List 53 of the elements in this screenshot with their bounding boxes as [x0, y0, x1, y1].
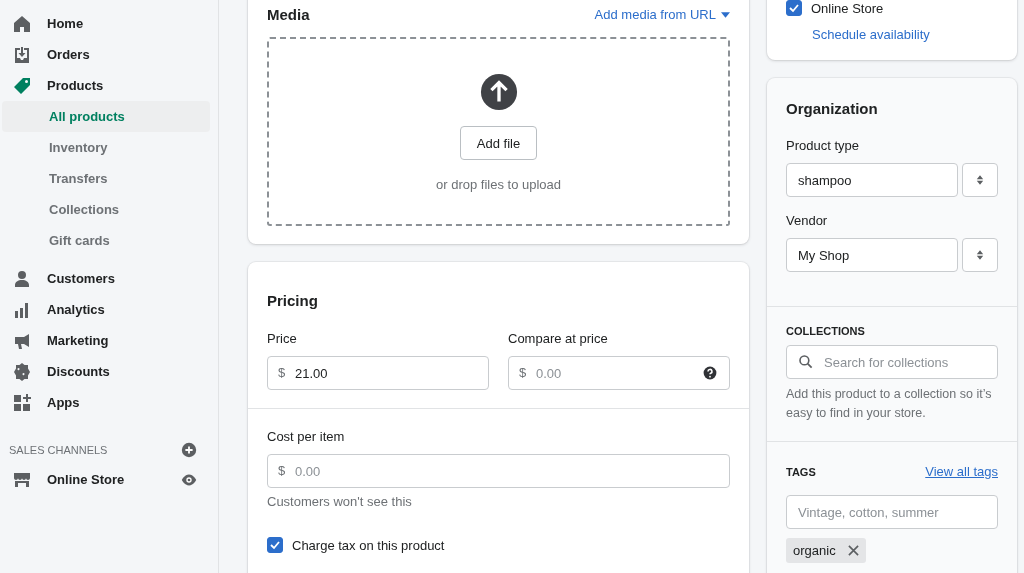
nav-item[interactable]: Marketing [0, 325, 218, 356]
currency-symbol: $ [519, 365, 527, 381]
field-label: Vendor [786, 213, 829, 228]
section-heading: SALES CHANNELS [9, 444, 108, 456]
field-label: Cost per item [267, 429, 346, 444]
up-down-arrows-icon [976, 174, 984, 186]
nav-item[interactable]: Products [0, 70, 218, 101]
add-media-link[interactable]: Add media from URL [594, 7, 730, 22]
checkbox-label: Online Store [811, 0, 884, 16]
view-all-tags-link[interactable]: View all tags [925, 464, 998, 479]
upload-icon [479, 73, 518, 111]
nav-subitem[interactable]: All products [2, 101, 210, 132]
field-label: Price [267, 331, 298, 346]
caret-icon [721, 11, 730, 18]
tags-field[interactable]: Vintage, cotton, summer [786, 495, 998, 529]
card-title: Organization [786, 100, 879, 117]
currency-symbol: $ [278, 365, 286, 381]
nav-subitem[interactable]: Transfers [2, 163, 210, 194]
drop-zone[interactable]: Add file or drop files to upload [267, 37, 730, 226]
card-title: Pricing [267, 292, 319, 309]
checkbox[interactable] [786, 0, 802, 16]
nav-item[interactable]: Customers [0, 263, 218, 294]
add-icon[interactable] [180, 441, 198, 459]
product-type-field[interactable]: shampoo [786, 163, 958, 197]
add-file-button[interactable]: Add file [459, 126, 538, 160]
currency-symbol: $ [278, 463, 286, 479]
collections-search-field[interactable]: Search for collections [786, 345, 998, 379]
schedule-link[interactable]: Schedule availability [812, 27, 930, 42]
nav-item[interactable]: Orders [0, 39, 218, 70]
field-label: Product type [786, 138, 860, 153]
section-heading: COLLECTIONS [786, 325, 866, 337]
tag-label: organic [793, 543, 836, 558]
help-icon[interactable] [702, 365, 718, 381]
up-down-arrows-icon [976, 249, 984, 261]
nav-item[interactable]: Analytics [0, 294, 218, 325]
nav-subitem[interactable]: Collections [2, 194, 210, 225]
checkbox[interactable] [267, 537, 283, 553]
nav-item[interactable]: Home [0, 8, 218, 39]
help-text: Customers won't see this [267, 494, 413, 509]
close-icon[interactable] [847, 545, 859, 556]
nav-subitem[interactable]: Inventory [2, 132, 210, 163]
checkbox-label: Charge tax on this product [292, 537, 445, 553]
nav-item[interactable]: Apps [0, 387, 218, 418]
section-heading: TAGS [786, 465, 816, 478]
drop-hint: or drop files to upload [436, 177, 561, 192]
nav-item[interactable]: Discounts [0, 356, 218, 387]
nav-item[interactable]: Online Store [0, 464, 218, 495]
field-label: Compare at price [508, 331, 609, 346]
card-title: Media [267, 6, 310, 23]
search-icon [798, 354, 814, 370]
vendor-field[interactable]: My Shop [786, 238, 958, 272]
help-text: Add this product to a collection so it’s easy to find in your store. [786, 386, 993, 422]
nav-subitem[interactable]: Gift cards [2, 225, 210, 256]
